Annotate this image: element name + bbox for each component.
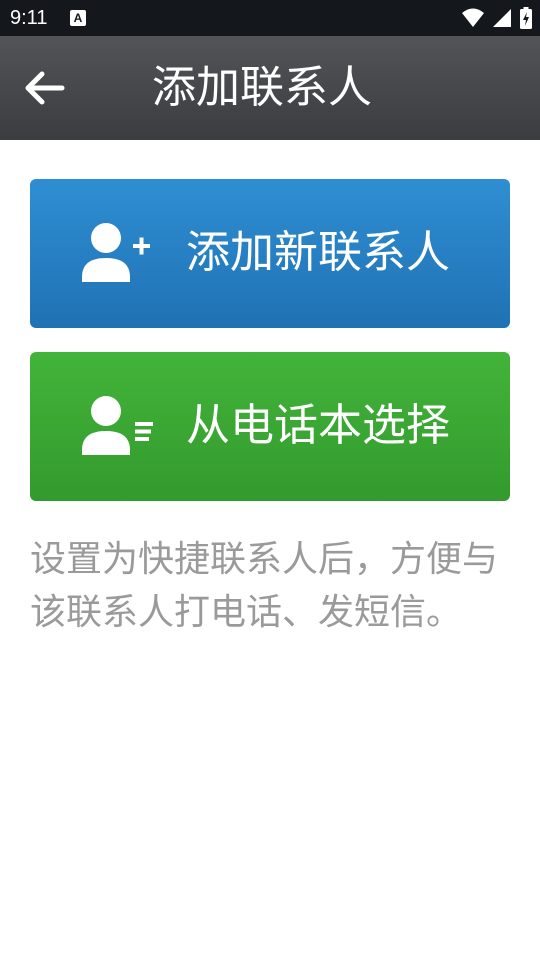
status-icons <box>462 6 532 30</box>
person-add-icon <box>82 223 150 282</box>
page-title: 添加联系人 <box>152 62 372 113</box>
add-new-contact-label: 添加新联系人 <box>186 227 450 278</box>
status-bar: 9:11 A <box>0 0 540 36</box>
hint-text: 设置为快捷联系人后，方便与该联系人打电话、发短信。 <box>30 539 499 633</box>
back-button[interactable] <box>14 62 74 114</box>
battery-charging-icon <box>520 7 532 29</box>
select-from-phonebook-label: 从电话本选择 <box>186 400 450 451</box>
a-notification-icon: A <box>70 10 86 26</box>
wifi-icon <box>462 8 484 27</box>
arrow-left-icon <box>25 71 65 105</box>
status-time: 9:11 <box>10 7 48 29</box>
app-bar: 添加联系人 <box>0 36 540 140</box>
select-from-phonebook-button[interactable]: 从电话本选择 <box>30 352 510 501</box>
person-list-icon <box>82 396 153 455</box>
add-new-contact-button[interactable]: 添加新联系人 <box>30 179 510 328</box>
cellular-signal-icon <box>493 9 511 27</box>
